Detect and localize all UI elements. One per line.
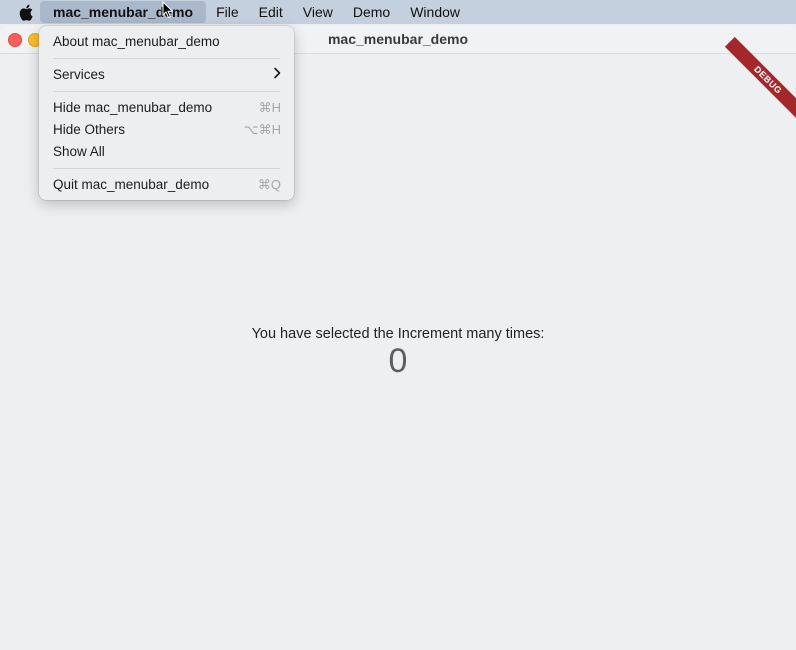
menu-item-hide[interactable]: Hide mac_menubar_demo ⌘H	[53, 98, 281, 118]
menu-item-show-all[interactable]: Show All	[53, 142, 281, 162]
menu-item-label: Quit mac_menubar_demo	[53, 177, 210, 192]
menu-file[interactable]: File	[206, 1, 249, 23]
menu-item-label: Show All	[53, 144, 105, 159]
chevron-right-icon	[273, 65, 281, 85]
menu-demo[interactable]: Demo	[343, 1, 400, 23]
menu-item-services[interactable]: Services	[53, 65, 281, 85]
menubar: mac_menubar_demo File Edit View Demo Win…	[0, 0, 796, 24]
menu-item-hide-others[interactable]: Hide Others ⌥⌘H	[53, 120, 281, 140]
shortcut-hint: ⌘H	[258, 100, 281, 115]
apple-icon[interactable]	[17, 2, 35, 22]
menu-view[interactable]: View	[293, 1, 343, 23]
mouse-cursor-icon	[162, 1, 174, 19]
app-menu-dropdown: About mac_menubar_demo Services Hide mac…	[39, 26, 294, 200]
desktop-screen: mac_menubar_demo File Edit View Demo Win…	[0, 0, 796, 650]
counter-value: 0	[388, 342, 408, 380]
menu-item-label: About mac_menubar_demo	[53, 34, 220, 49]
shortcut-hint: ⌥⌘H	[243, 122, 281, 137]
menu-separator	[53, 91, 280, 92]
menu-separator	[53, 168, 280, 169]
menu-edit[interactable]: Edit	[249, 1, 293, 23]
menu-window[interactable]: Window	[400, 1, 470, 23]
menu-item-quit[interactable]: Quit mac_menubar_demo ⌘Q	[53, 175, 281, 195]
shortcut-hint: ⌘Q	[257, 177, 281, 192]
counter-label: You have selected the Increment many tim…	[251, 326, 545, 342]
menu-item-label: Hide Others	[53, 122, 126, 137]
menu-app[interactable]: mac_menubar_demo	[40, 1, 207, 23]
menu-item-label: Services	[53, 67, 105, 82]
menu-item-label: Hide mac_menubar_demo	[53, 100, 213, 115]
menu-separator	[53, 58, 280, 59]
menu-item-about[interactable]: About mac_menubar_demo	[53, 32, 281, 52]
